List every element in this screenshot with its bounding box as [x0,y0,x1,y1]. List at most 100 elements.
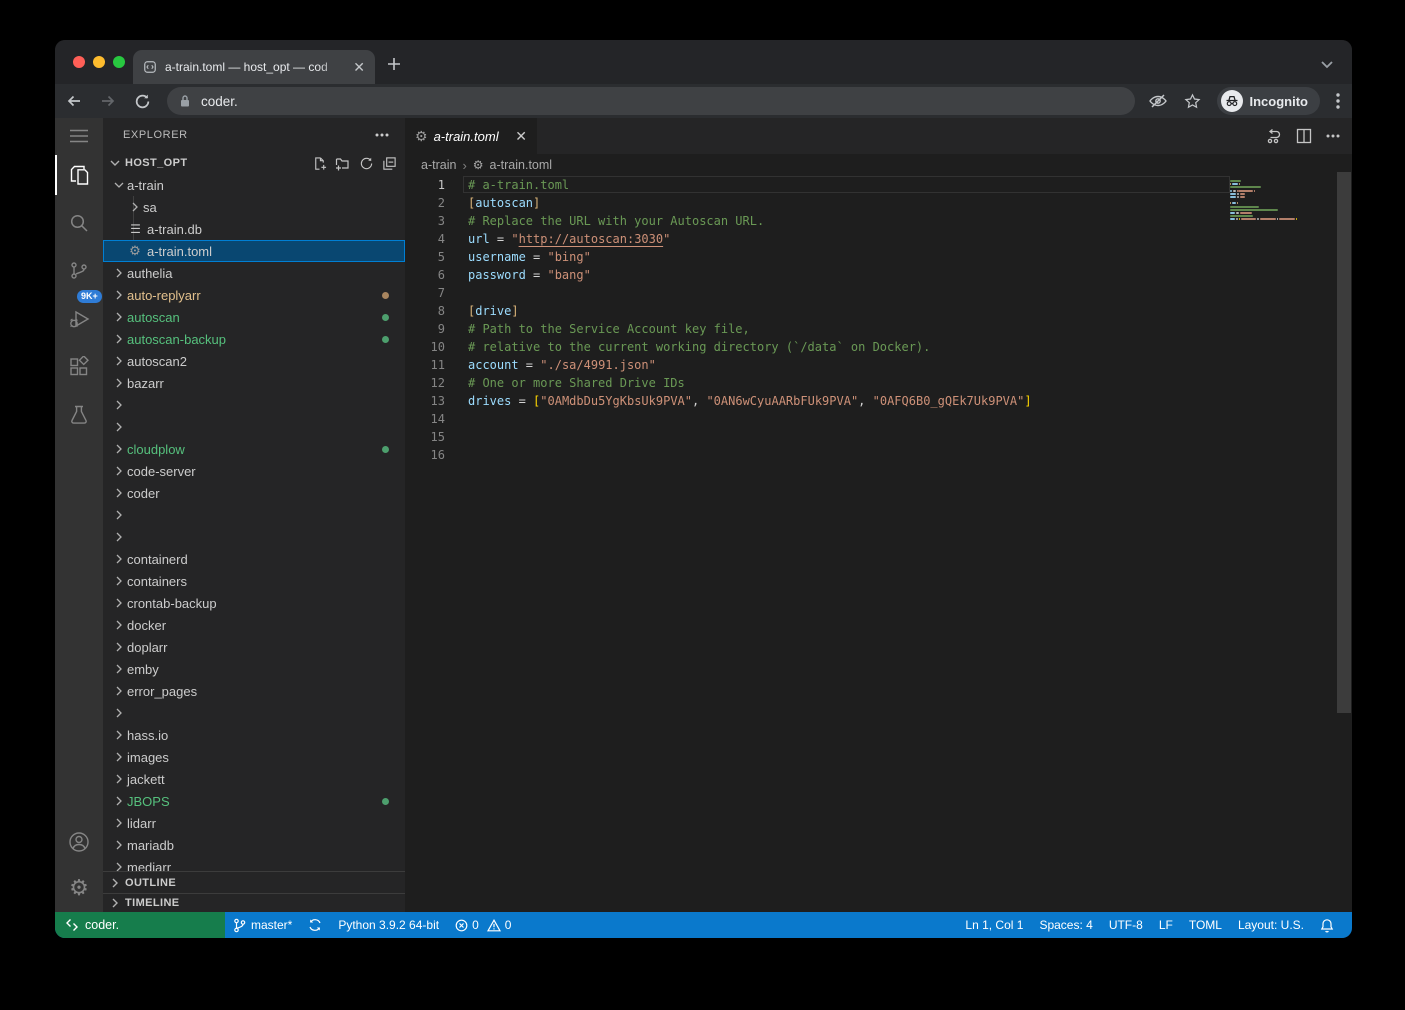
address-bar[interactable]: coder. [167,87,1135,115]
bookmark-star-icon[interactable] [1184,93,1201,110]
sync-button[interactable] [300,912,330,938]
explorer-icon[interactable] [55,155,103,195]
browser-menu-icon[interactable] [1336,93,1340,109]
chevron-right-icon [107,898,123,908]
language-mode-item[interactable]: TOML [1181,912,1230,938]
indentation-item[interactable]: Spaces: 4 [1031,912,1100,938]
tree-item-autoscan-backup[interactable]: autoscan-backup [103,328,405,350]
run-debug-icon[interactable] [55,299,103,339]
account-icon[interactable] [55,822,103,862]
tab-close-icon[interactable]: ✕ [353,60,365,74]
breadcrumb-file[interactable]: a-train.toml [490,158,553,172]
tree-item-a-train.db[interactable]: ☰a-train.db [103,218,405,240]
tree-item-hass.io[interactable]: hass.io [103,724,405,746]
interpreter-label: Python 3.9.2 64-bit [338,918,439,932]
editor-tab-close-icon[interactable]: ✕ [515,128,527,145]
tree-item-autoscan2[interactable]: autoscan2 [103,350,405,372]
tree-item-containers[interactable]: containers [103,570,405,592]
settings-gear-icon[interactable]: ⚙ [55,868,103,908]
desktop: a-train.toml — host_opt — cod ✕ [0,0,1405,1010]
tree-item[interactable] [103,394,405,416]
breadcrumb-folder[interactable]: a-train [421,158,456,172]
close-window-button[interactable] [73,56,85,68]
forward-button[interactable] [93,87,123,115]
split-editor-icon[interactable] [1296,128,1312,144]
tree-item[interactable] [103,526,405,548]
chevron-right-icon [111,444,127,454]
code-editor[interactable]: 1# a-train.toml2[autoscan]3# Replace the… [405,176,1352,912]
tree-item-containerd[interactable]: containerd [103,548,405,570]
search-icon[interactable] [55,203,103,243]
explorer-more-actions-icon[interactable] [375,133,389,137]
back-button[interactable] [59,87,89,115]
new-file-icon[interactable] [312,156,327,171]
notifications-bell[interactable] [1312,912,1342,938]
tree-item-a-train[interactable]: a-train [103,174,405,196]
tree-item-coder[interactable]: coder [103,482,405,504]
tree-item[interactable] [103,702,405,724]
outline-section[interactable]: OUTLINE [103,871,405,893]
source-control-icon[interactable] [55,251,103,291]
tree-item-lidarr[interactable]: lidarr [103,812,405,834]
tree-item-autoscan[interactable]: autoscan [103,306,405,328]
tree-item-jackett[interactable]: jackett [103,768,405,790]
tree-item[interactable] [103,416,405,438]
tree-item-label: mariadb [127,838,405,853]
refresh-icon[interactable] [359,156,374,171]
tree-item-doplarr[interactable]: doplarr [103,636,405,658]
tree-item-cloudplow[interactable]: cloudplow [103,438,405,460]
encoding-item[interactable]: UTF-8 [1101,912,1151,938]
eye-off-icon[interactable] [1148,93,1168,109]
tree-item-error_pages[interactable]: error_pages [103,680,405,702]
new-folder-icon[interactable] [335,156,351,171]
reload-button[interactable] [127,87,157,115]
browser-tab[interactable]: a-train.toml — host_opt — cod ✕ [133,50,375,84]
minimap[interactable] [1230,180,1310,231]
timeline-section[interactable]: TIMELINE [103,893,405,912]
problems-item[interactable]: 0 0 [447,912,519,938]
tree-item-a-train.toml[interactable]: ⚙a-train.toml [103,240,405,262]
tree-item-mariadb[interactable]: mariadb [103,834,405,856]
extensions-icon[interactable] [55,347,103,387]
eol-item[interactable]: LF [1151,912,1181,938]
open-changes-icon[interactable] [1265,128,1282,145]
git-branch-item[interactable]: master* [225,912,300,938]
tree-item[interactable] [103,504,405,526]
tree-item-docker[interactable]: docker [103,614,405,636]
cursor-position-item[interactable]: Ln 1, Col 1 [957,912,1031,938]
remote-icon [65,918,79,932]
keyboard-layout-item[interactable]: Layout: U.S. [1230,912,1312,938]
tree-item-images[interactable]: images [103,746,405,768]
editor-scrollbar[interactable] [1337,172,1351,713]
line-number: 9 [405,320,445,338]
tree-item-mediarr[interactable]: mediarr [103,856,405,871]
status-left: master* Python 3.9.2 64-bit 0 0 [225,912,519,938]
editor-tab-a-train-toml[interactable]: ⚙ a-train.toml ✕ [405,118,537,154]
tree-item-bazarr[interactable]: bazarr [103,372,405,394]
minimap-line [1230,218,1310,220]
tab-search-chevron-icon[interactable] [1320,60,1334,70]
python-interpreter-item[interactable]: Python 3.9.2 64-bit [330,912,447,938]
editor-more-actions-icon[interactable] [1326,134,1340,138]
testing-icon[interactable] [55,395,103,435]
line-number: 14 [405,410,445,428]
new-tab-button[interactable] [387,57,401,71]
tree-item-authelia[interactable]: authelia [103,262,405,284]
tree-item-crontab-backup[interactable]: crontab-backup [103,592,405,614]
remote-indicator[interactable]: coder. [55,912,225,938]
toolbar-right: Incognito [1148,87,1341,115]
minimize-window-button[interactable] [93,56,105,68]
incognito-badge[interactable]: Incognito [1217,87,1321,115]
collapse-all-icon[interactable] [382,156,397,171]
tree-item-emby[interactable]: emby [103,658,405,680]
error-count: 0 [472,918,479,932]
chevron-right-icon [107,878,123,888]
explorer-actions [312,156,397,171]
tree-item-sa[interactable]: sa [103,196,405,218]
tree-item-JBOPS[interactable]: JBOPS [103,790,405,812]
tree-item-code-server[interactable]: code-server [103,460,405,482]
workspace-section-header[interactable]: HOST_OPT [103,152,405,174]
fullscreen-window-button[interactable] [113,56,125,68]
menu-icon[interactable] [55,116,103,156]
tree-item-auto-replyarr[interactable]: auto-replyarr [103,284,405,306]
